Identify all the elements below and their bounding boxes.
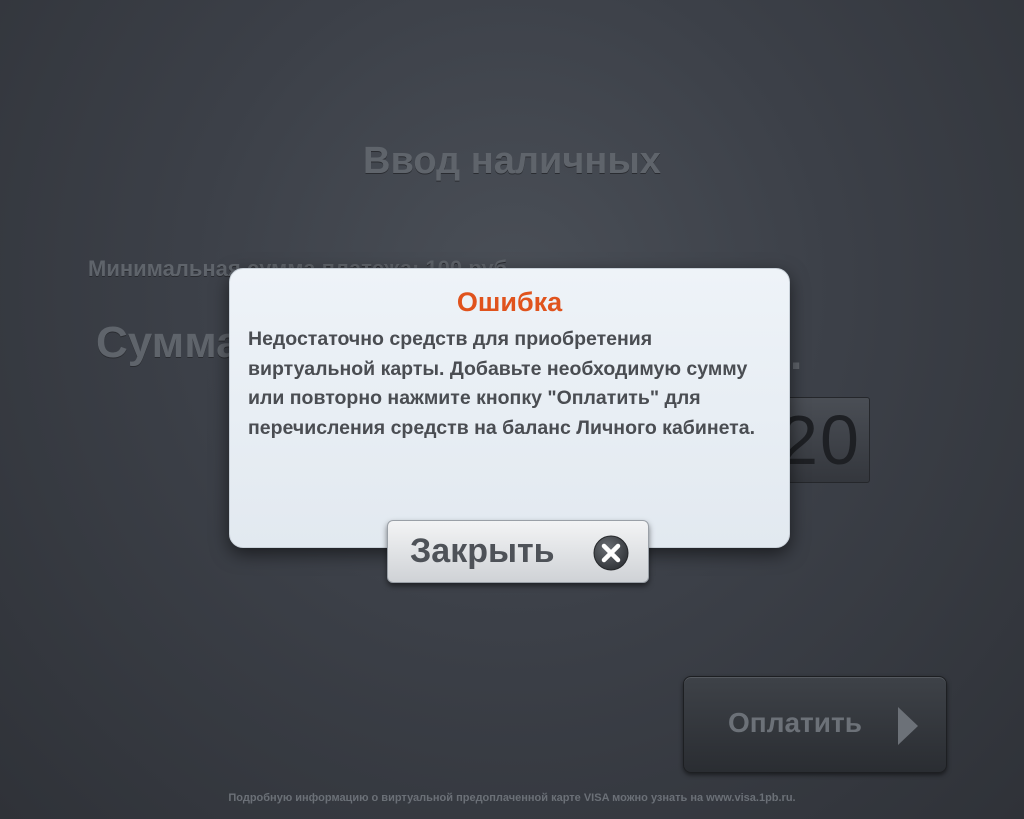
pay-button-label: Оплатить [728, 707, 862, 738]
play-arrow-icon [898, 707, 918, 745]
close-icon [593, 535, 629, 571]
dialog-title: Ошибка [456, 287, 563, 317]
page-title: Ввод наличных [363, 140, 661, 182]
amount-value: 20 [779, 401, 861, 479]
close-button[interactable]: Закрыть [387, 520, 649, 583]
close-button-label: Закрыть [410, 532, 555, 570]
pay-button[interactable]: Оплатить [683, 676, 947, 773]
dialog-message: Недостаточно средств для приобретения ви… [248, 328, 755, 439]
sum-suffix: . [790, 330, 803, 379]
error-dialog: Ошибка Недостаточно средств для приобрет… [229, 268, 790, 548]
footer-info: Подробную информацию о виртуальной предо… [228, 792, 796, 804]
